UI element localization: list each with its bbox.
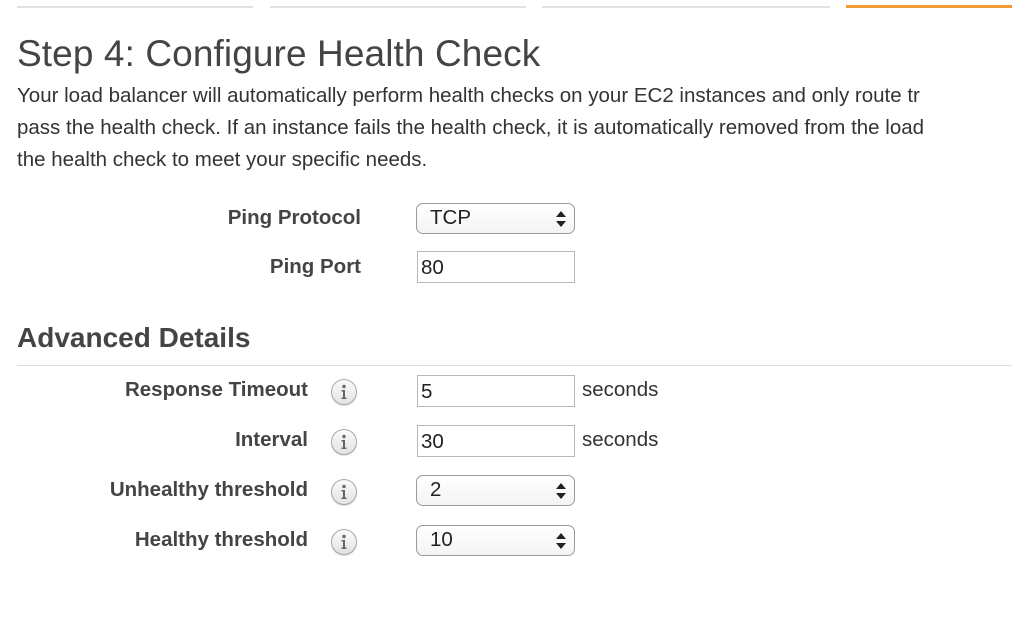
- description-line: Your load balancer will automatically pe…: [17, 84, 920, 107]
- unhealthy-threshold-value: 2: [430, 478, 442, 501]
- interval-unit: seconds: [582, 428, 659, 451]
- wizard-step-tab[interactable]: [17, 6, 253, 8]
- healthy-threshold-select[interactable]: 10: [416, 525, 575, 556]
- info-icon[interactable]: [331, 529, 357, 555]
- response-timeout-input[interactable]: 5: [417, 375, 575, 407]
- select-arrows-icon: [556, 211, 566, 227]
- ping-port-label: Ping Port: [269, 255, 361, 278]
- select-arrows-icon: [556, 533, 566, 549]
- info-icon[interactable]: [331, 479, 357, 505]
- wizard-steps: [0, 0, 1012, 10]
- response-timeout-value: 5: [421, 380, 433, 403]
- advanced-details-heading: Advanced Details: [17, 322, 251, 353]
- section-divider: [17, 365, 1012, 366]
- health-check-page: Step 4: Configure Health Check Your load…: [0, 0, 1012, 644]
- interval-value: 30: [421, 430, 444, 453]
- description-line: pass the health check. If an instance fa…: [17, 116, 925, 139]
- step-description: Your load balancer will automatically pe…: [17, 80, 1012, 176]
- info-icon[interactable]: [331, 429, 357, 455]
- response-timeout-unit: seconds: [582, 378, 659, 401]
- response-timeout-label: Response Timeout: [124, 378, 308, 401]
- interval-input[interactable]: 30: [417, 425, 575, 457]
- page-title: Step 4: Configure Health Check: [17, 33, 541, 74]
- unhealthy-threshold-select[interactable]: 2: [416, 475, 575, 506]
- select-arrows-icon: [556, 483, 566, 499]
- ping-protocol-label: Ping Protocol: [227, 206, 361, 229]
- wizard-step-tab-active[interactable]: [846, 5, 1012, 8]
- ping-port-value: 80: [421, 256, 444, 279]
- ping-protocol-value: TCP: [430, 206, 471, 229]
- description-line: the health check to meet your specific n…: [17, 148, 428, 171]
- info-icon[interactable]: [331, 379, 357, 405]
- ping-port-input[interactable]: 80: [417, 251, 575, 283]
- wizard-step-tab[interactable]: [270, 6, 526, 8]
- healthy-threshold-label: Healthy threshold: [134, 528, 308, 551]
- interval-label: Interval: [235, 428, 308, 451]
- unhealthy-threshold-label: Unhealthy threshold: [109, 478, 308, 501]
- healthy-threshold-value: 10: [430, 528, 453, 551]
- ping-protocol-select[interactable]: TCP: [416, 203, 575, 234]
- wizard-step-tab[interactable]: [542, 6, 830, 8]
